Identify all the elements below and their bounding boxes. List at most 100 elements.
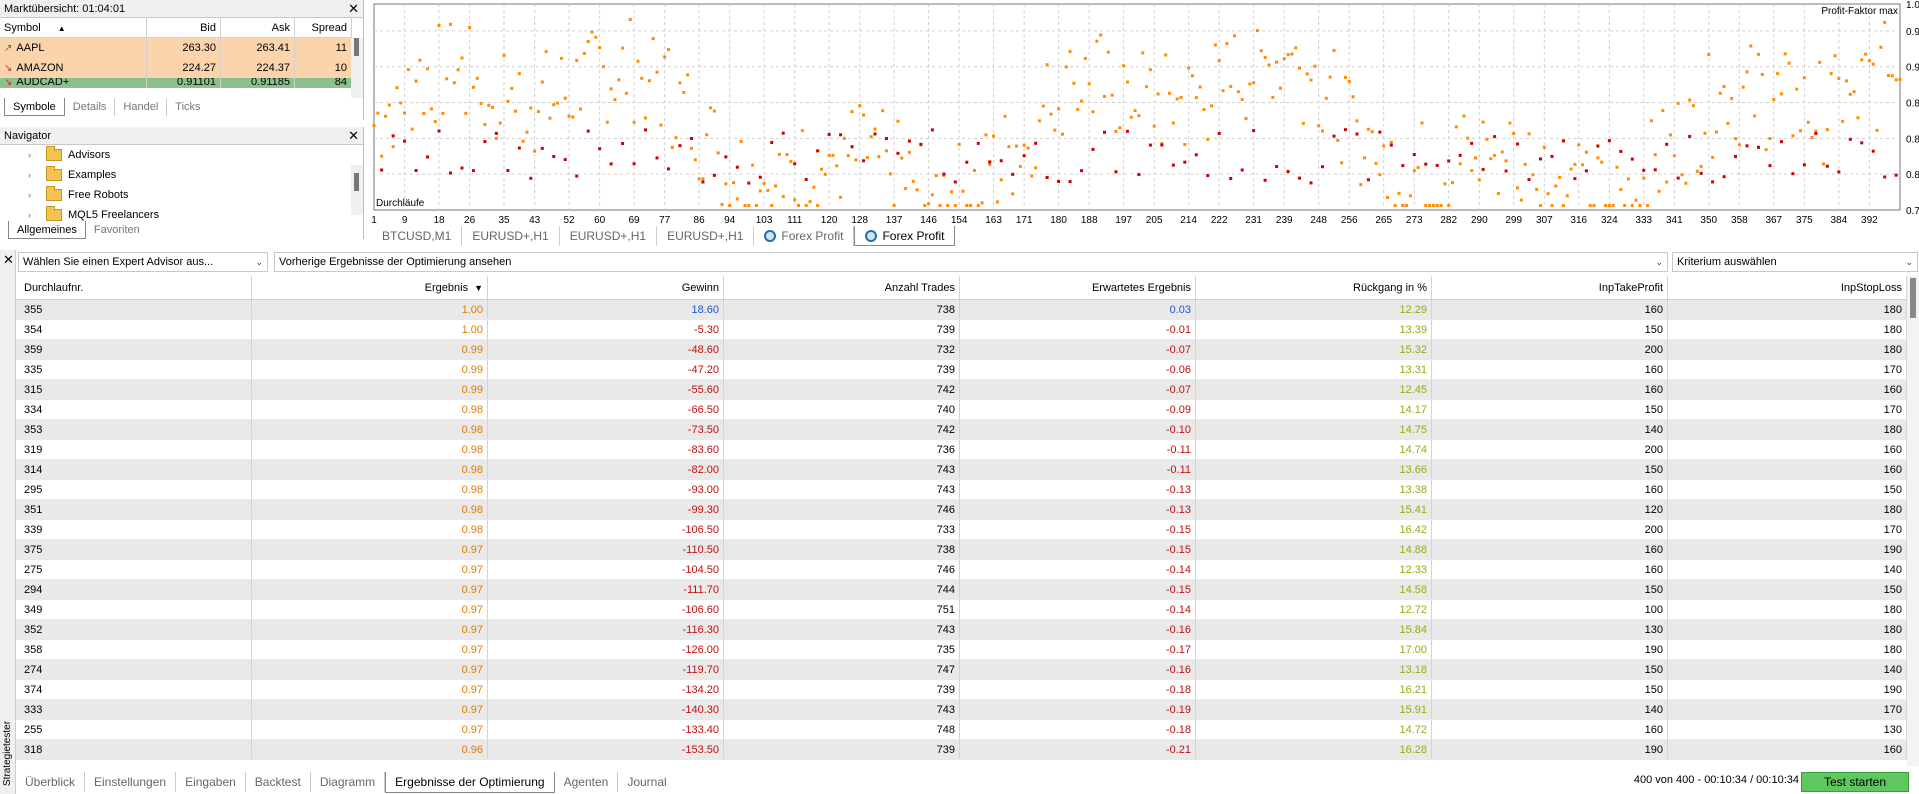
- results-scrollbar[interactable]: [1907, 276, 1919, 766]
- data-point: [1638, 204, 1642, 208]
- table-cell: -111.70: [488, 580, 724, 599]
- chart-tab-eurusd-1[interactable]: EURUSD+,H1: [462, 226, 560, 246]
- tab-eingaben[interactable]: Eingaben: [176, 772, 246, 792]
- chart-tab-forex-profit-1[interactable]: Forex Profit: [754, 226, 855, 246]
- table-row[interactable]: 352 0.97 -116.30 743 -0.16 15.84 130 180: [16, 620, 1907, 640]
- column-header-pass[interactable]: Durchlaufnr.: [16, 276, 252, 299]
- table-cell: -140.30: [488, 700, 724, 719]
- table-row[interactable]: 255 0.97 -133.40 748 -0.18 14.72 160 130: [16, 720, 1907, 740]
- data-point: [621, 46, 625, 50]
- table-row[interactable]: 339 0.98 -106.50 733 -0.15 16.42 200 170: [16, 520, 1907, 540]
- tab-agenten[interactable]: Agenten: [555, 772, 619, 792]
- table-row[interactable]: 275 0.97 -104.50 746 -0.14 12.33 160 140: [16, 560, 1907, 580]
- expert-advisor-select[interactable]: Wählen Sie einen Expert Advisor aus... ⌄: [18, 252, 268, 272]
- data-point: [1324, 96, 1328, 100]
- close-icon[interactable]: ✕: [348, 127, 359, 145]
- column-header-drawdown[interactable]: Rückgang in %: [1196, 276, 1432, 299]
- table-row[interactable]: 374 0.97 -134.20 739 -0.18 16.21 150 190: [16, 680, 1907, 700]
- nav-item-examples[interactable]: › Examples: [0, 165, 352, 185]
- table-row[interactable]: 294 0.97 -111.70 744 -0.15 14.58 150 150: [16, 580, 1907, 600]
- tab-details[interactable]: Details: [65, 98, 116, 116]
- data-point: [1443, 182, 1447, 186]
- table-row[interactable]: 335 0.99 -47.20 739 -0.06 13.31 160 170: [16, 360, 1907, 380]
- close-icon[interactable]: ✕: [348, 0, 359, 18]
- table-cell: 180: [1668, 640, 1907, 659]
- chart-tab-btcusd[interactable]: BTCUSD,M1: [372, 226, 463, 246]
- column-header-result[interactable]: Ergebnis ▼: [252, 276, 488, 299]
- table-row[interactable]: 295 0.98 -93.00 743 -0.13 13.38 160 150: [16, 480, 1907, 500]
- table-row[interactable]: 351 0.98 -99.30 746 -0.13 15.41 120 180: [16, 500, 1907, 520]
- data-point: [1301, 121, 1305, 125]
- data-point: [670, 145, 674, 149]
- table-row[interactable]: 353 0.98 -73.50 742 -0.10 14.75 140 180: [16, 420, 1907, 440]
- chevron-right-icon[interactable]: ›: [28, 205, 31, 221]
- table-cell: 746: [724, 560, 960, 579]
- chart-tab-eurusd-3[interactable]: EURUSD+,H1: [657, 226, 755, 246]
- table-row[interactable]: 359 0.99 -48.60 732 -0.07 15.32 200 180: [16, 340, 1907, 360]
- market-watch-scrollbar[interactable]: [351, 38, 363, 98]
- data-point: [1171, 163, 1175, 167]
- strategy-tester-label: Strategietester: [2, 720, 13, 786]
- table-row[interactable]: 375 0.97 -110.50 738 -0.15 14.88 160 190: [16, 540, 1907, 560]
- table-row[interactable]: 355 1.00 18.60 738 0.03 12.29 160 180: [16, 300, 1907, 320]
- x-tick-label: 282: [1440, 215, 1457, 226]
- table-row[interactable]: 274 0.97 -119.70 747 -0.16 13.18 150 140: [16, 660, 1907, 680]
- tab-journal[interactable]: Journal: [618, 772, 675, 792]
- nav-item-advisors[interactable]: › Advisors: [0, 145, 352, 165]
- chart-tab-forex-profit-2[interactable]: Forex Profit: [854, 226, 956, 246]
- tab-favoriten[interactable]: Favoriten: [86, 221, 148, 239]
- table-cell: 15.91: [1196, 700, 1432, 719]
- data-point: [506, 168, 510, 172]
- column-header-profit[interactable]: Gewinn: [488, 276, 724, 299]
- symbol-row-audcad[interactable]: ↘ AUDCAD+ 0.91101 0.91185 84: [0, 78, 352, 88]
- data-point: [601, 65, 605, 69]
- table-row[interactable]: 333 0.97 -140.30 743 -0.19 15.91 140 170: [16, 700, 1907, 720]
- table-cell: -47.20: [488, 360, 724, 379]
- chevron-right-icon[interactable]: ›: [28, 185, 31, 205]
- column-header-spread[interactable]: Spread: [295, 18, 352, 37]
- table-cell: 150: [1432, 320, 1668, 339]
- column-header-take-profit[interactable]: InpTakeProfit: [1432, 276, 1668, 299]
- column-header-symbol[interactable]: Symbol ▲: [0, 18, 147, 37]
- table-row[interactable]: 318 0.96 -153.50 739 -0.21 16.28 190 160: [16, 740, 1907, 760]
- table-row[interactable]: 334 0.98 -66.50 740 -0.09 14.17 150 170: [16, 400, 1907, 420]
- tab-backtest[interactable]: Backtest: [246, 772, 311, 792]
- table-row[interactable]: 349 0.97 -106.60 751 -0.14 12.72 100 180: [16, 600, 1907, 620]
- table-row[interactable]: 319 0.98 -83.60 736 -0.11 14.74 200 160: [16, 440, 1907, 460]
- symbol-row-amazon[interactable]: ↘ AMAZON 224.27 224.37 10: [0, 58, 352, 78]
- data-point: [1787, 61, 1791, 65]
- nav-item-free-robots[interactable]: › Free Robots: [0, 185, 352, 205]
- data-point: [1370, 130, 1374, 134]
- tab-ueberblick[interactable]: Überblick: [16, 772, 86, 792]
- data-point: [1496, 191, 1500, 195]
- criterion-select[interactable]: Kriterium auswählen ⌄: [1672, 252, 1918, 272]
- table-row[interactable]: 314 0.98 -82.00 743 -0.11 13.66 150 160: [16, 460, 1907, 480]
- table-row[interactable]: 315 0.99 -55.60 742 -0.07 12.45 160 160: [16, 380, 1907, 400]
- column-header-trades[interactable]: Anzahl Trades: [724, 276, 960, 299]
- data-point: [1561, 139, 1565, 143]
- symbol-row-aapl[interactable]: ↗ AAPL 263.30 263.41 11: [0, 38, 352, 58]
- close-icon[interactable]: ✕: [3, 252, 14, 268]
- column-header-stop-loss[interactable]: InpStopLoss: [1668, 276, 1907, 299]
- start-test-button[interactable]: Test starten: [1801, 772, 1909, 792]
- tab-diagramm[interactable]: Diagramm: [311, 772, 386, 792]
- chart-tab-eurusd-2[interactable]: EURUSD+,H1: [560, 226, 658, 246]
- column-header-bid[interactable]: Bid: [147, 18, 221, 37]
- tab-allgemeines[interactable]: Allgemeines: [8, 221, 86, 239]
- tab-symbole[interactable]: Symbole: [4, 98, 65, 116]
- tab-handel[interactable]: Handel: [115, 98, 168, 116]
- tab-einstellungen[interactable]: Einstellungen: [85, 772, 177, 792]
- table-row[interactable]: 354 1.00 -5.30 739 -0.01 13.39 150 180: [16, 320, 1907, 340]
- nav-item-mql5-freelancers[interactable]: › MQL5 Freelancers: [0, 205, 352, 221]
- navigator-scrollbar[interactable]: [351, 165, 363, 215]
- data-point: [1779, 140, 1783, 144]
- table-cell: -0.01: [960, 320, 1196, 339]
- tab-optimization-results[interactable]: Ergebnisse der Optimierung: [385, 771, 555, 793]
- table-row[interactable]: 358 0.97 -126.00 735 -0.17 17.00 190 180: [16, 640, 1907, 660]
- tab-ticks[interactable]: Ticks: [167, 98, 208, 116]
- column-header-ask[interactable]: Ask: [221, 18, 295, 37]
- chevron-right-icon[interactable]: ›: [28, 145, 31, 165]
- previous-results-select[interactable]: Vorherige Ergebnisse der Optimierung ans…: [274, 252, 1668, 272]
- chevron-right-icon[interactable]: ›: [28, 165, 31, 185]
- column-header-expected-payoff[interactable]: Erwartetes Ergebnis: [960, 276, 1196, 299]
